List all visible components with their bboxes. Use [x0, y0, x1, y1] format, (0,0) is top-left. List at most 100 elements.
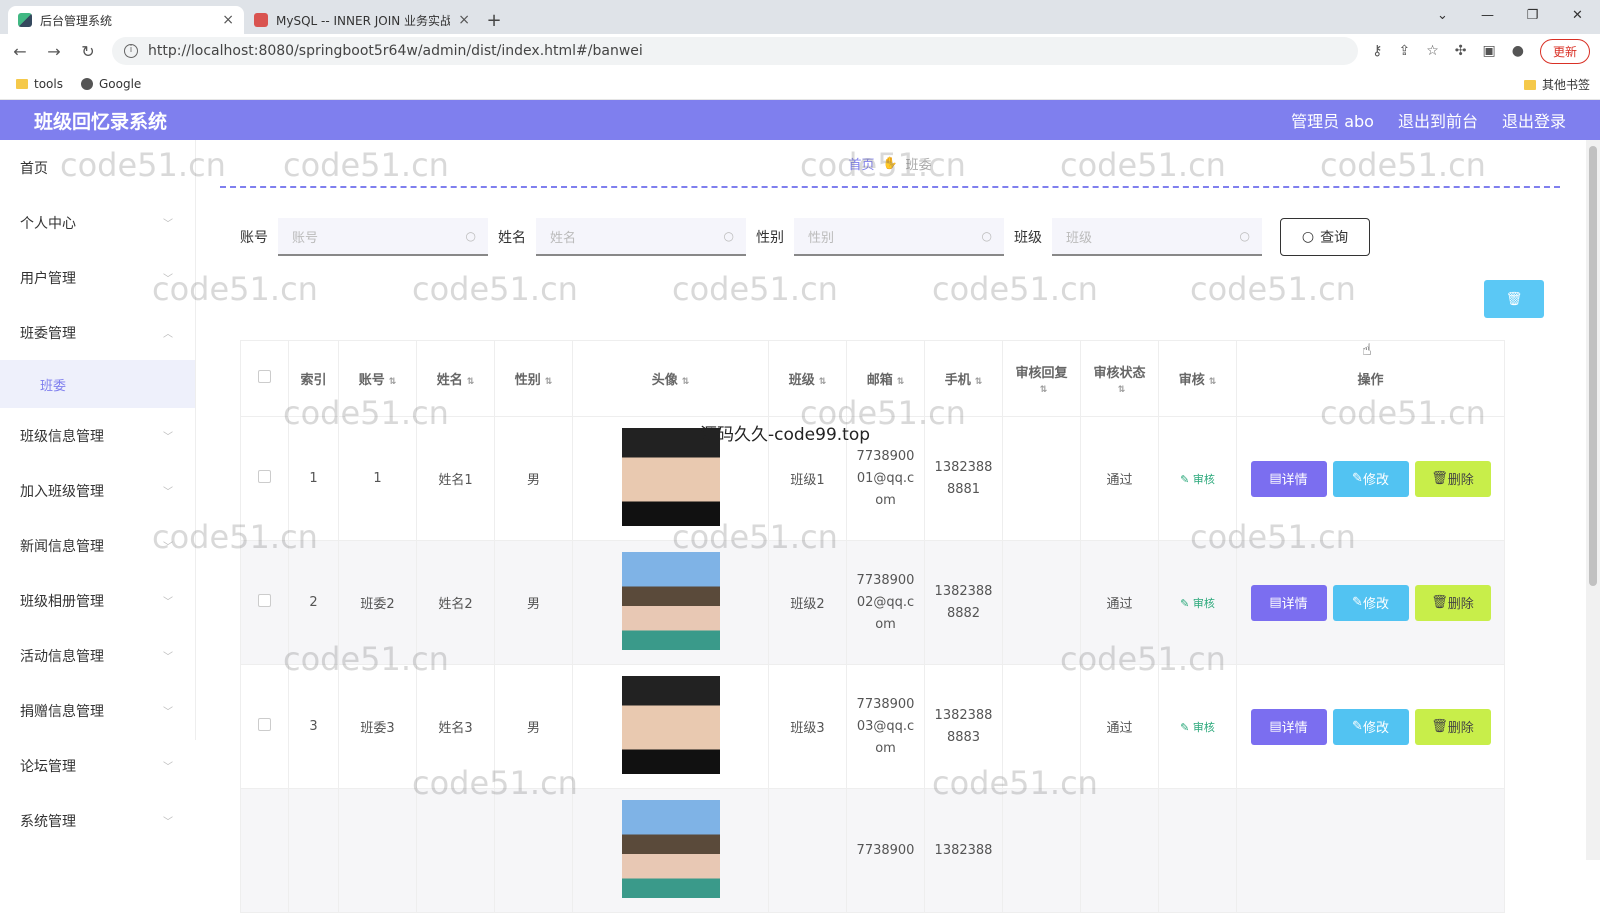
sort-icon[interactable]: ⇅ [682, 377, 690, 387]
delete-label: 删除 [1447, 597, 1474, 612]
detail-button[interactable]: ▤ 详情 [1250, 460, 1327, 497]
scrollbar-thumb[interactable] [1589, 146, 1597, 586]
sidebar-item-donation[interactable]: 捐赠信息管理 ﹀ [0, 683, 195, 738]
bookmark-tools[interactable]: tools [16, 77, 63, 91]
sidebar-item-activity[interactable]: 活动信息管理 ﹀ [0, 628, 195, 683]
account-input[interactable]: 账号 ○ [278, 218, 488, 256]
sidebar-item-committee[interactable]: 班委管理 ︿ [0, 305, 195, 360]
sidebar-item-forum[interactable]: 论坛管理 ﹀ [0, 738, 195, 793]
row-select[interactable] [240, 788, 289, 913]
forward-icon[interactable]: → [44, 42, 64, 61]
select-all-checkbox[interactable] [258, 370, 271, 383]
gender-input[interactable]: 性别 ○ [794, 218, 1004, 256]
new-tab-button[interactable]: + [480, 6, 508, 34]
delete-button[interactable]: 🗑 删除 [1414, 460, 1491, 497]
detail-button[interactable]: ▤ 详情 [1250, 584, 1327, 621]
sidebar-item-label: 班委 [40, 378, 67, 394]
edit-button[interactable]: ✎ 修改 [1332, 708, 1409, 745]
other-bookmarks[interactable]: 其他书签 [1523, 76, 1590, 93]
row-checkbox[interactable] [258, 718, 271, 731]
sidebar-item-users[interactable]: 用户管理 ﹀ [0, 250, 195, 305]
cell-account: 班委3 [338, 664, 417, 789]
restore-icon[interactable]: ❐ [1510, 0, 1555, 30]
row-checkbox[interactable] [258, 594, 271, 607]
close-tab-icon[interactable]: × [222, 12, 234, 28]
sort-icon[interactable]: ⇅ [1209, 377, 1217, 387]
col-status[interactable]: 审核状态 ⇅ [1080, 340, 1159, 417]
share-icon[interactable]: ⇪ [1399, 43, 1411, 59]
cell-account: 班委2 [338, 540, 417, 665]
key-icon[interactable]: ⚷ [1372, 43, 1382, 59]
col-reply[interactable]: 审核回复 ⇅ [1002, 340, 1081, 417]
bookmark-google[interactable]: Google [80, 77, 141, 91]
row-select[interactable] [240, 664, 289, 789]
breadcrumb-home[interactable]: 首页 [849, 154, 875, 173]
edit-icon: ✎ [1180, 596, 1193, 610]
audit-link[interactable]: ✎ 审核 [1180, 597, 1215, 610]
logout-link[interactable]: 退出登录 [1502, 108, 1566, 132]
name-input[interactable]: 姓名 ○ [536, 218, 746, 256]
minimize-icon[interactable]: — [1465, 0, 1510, 30]
batch-delete-button[interactable]: 🗑 [1484, 280, 1544, 318]
audit-link[interactable]: ✎ 审核 [1180, 721, 1215, 734]
audit-link[interactable]: ✎ 审核 [1180, 473, 1215, 486]
delete-button[interactable]: 🗑 删除 [1414, 708, 1491, 745]
cell-audit[interactable]: ✎ 审核 [1158, 540, 1237, 665]
col-avatar[interactable]: 头像 ⇅ [572, 340, 769, 417]
profile-icon[interactable]: ● [1512, 43, 1524, 59]
header-links: 管理员 abo 退出到前台 退出登录 [1291, 108, 1566, 132]
sidebar-item-profile[interactable]: 个人中心 ﹀ [0, 195, 195, 250]
tab-search-icon[interactable]: ⌄ [1420, 0, 1465, 30]
edit-icon: ✎ [1180, 472, 1193, 486]
col-name[interactable]: 姓名 ⇅ [416, 340, 495, 417]
sidebar-item-home[interactable]: 首页 [0, 140, 195, 195]
sort-icon[interactable]: ⇅ [545, 377, 553, 387]
tab-admin[interactable]: 后台管理系统 × [8, 6, 244, 34]
row-select[interactable] [240, 416, 289, 541]
col-phone[interactable]: 手机 ⇅ [924, 340, 1003, 417]
site-info-icon[interactable]: i [124, 44, 138, 58]
sidebar-item-news[interactable]: 新闻信息管理 ﹀ [0, 518, 195, 573]
sidebar-item-system[interactable]: 系统管理 ﹀ [0, 793, 195, 848]
reload-icon[interactable]: ↻ [78, 42, 98, 61]
col-class[interactable]: 班级 ⇅ [768, 340, 847, 417]
sidebar-subitem-committee[interactable]: 班委 [0, 360, 195, 408]
sidepanel-icon[interactable]: ▣ [1483, 43, 1496, 59]
sort-icon[interactable]: ⇅ [975, 377, 983, 387]
back-to-front-link[interactable]: 退出到前台 [1398, 108, 1478, 132]
sidebar-item-class-info[interactable]: 班级信息管理 ﹀ [0, 408, 195, 463]
detail-button[interactable]: ▤ 详情 [1250, 708, 1327, 745]
edit-button[interactable]: ✎ 修改 [1332, 460, 1409, 497]
sort-icon[interactable]: ⇅ [1118, 385, 1126, 395]
row-checkbox[interactable] [258, 470, 271, 483]
delete-button[interactable]: 🗑 删除 [1414, 584, 1491, 621]
back-icon[interactable]: ← [10, 42, 30, 61]
page-scrollbar[interactable] [1586, 140, 1600, 860]
query-button[interactable]: ○ 查询 [1280, 218, 1370, 256]
sort-icon[interactable]: ⇅ [819, 377, 827, 387]
close-window-icon[interactable]: ✕ [1555, 0, 1600, 30]
class-input[interactable]: 班级 ○ [1052, 218, 1262, 256]
update-button[interactable]: 更新 [1539, 38, 1590, 64]
row-select[interactable] [240, 540, 289, 665]
col-gender[interactable]: 性别 ⇅ [494, 340, 573, 417]
col-audit[interactable]: 审核 ⇅ [1158, 340, 1237, 417]
select-all-cell[interactable] [240, 340, 289, 417]
edit-button[interactable]: ✎ 修改 [1332, 584, 1409, 621]
sidebar-item-album[interactable]: 班级相册管理 ﹀ [0, 573, 195, 628]
col-email[interactable]: 邮箱 ⇅ [846, 340, 925, 417]
sort-icon[interactable]: ⇅ [1040, 385, 1048, 395]
sort-icon[interactable]: ⇅ [467, 377, 475, 387]
sidebar-item-join-class[interactable]: 加入班级管理 ﹀ [0, 463, 195, 518]
close-tab-icon[interactable]: × [458, 12, 470, 28]
sort-icon[interactable]: ⇅ [897, 377, 905, 387]
cell-audit[interactable]: ✎ 审核 [1158, 416, 1237, 541]
sidebar: 首页 个人中心 ﹀ 用户管理 ﹀ 班委管理 ︿ 班委 班级信息管理 ﹀ 加入班级管理 ﹀ … [0, 140, 196, 830]
sort-icon[interactable]: ⇅ [389, 377, 397, 387]
tab-mysql[interactable]: MySQL -- INNER JOIN 业务实战 × [244, 6, 480, 34]
extensions-icon[interactable]: ✣ [1455, 43, 1467, 59]
col-account[interactable]: 账号 ⇅ [338, 340, 417, 417]
cell-audit[interactable]: ✎ 审核 [1158, 664, 1237, 789]
star-icon[interactable]: ☆ [1426, 43, 1439, 59]
address-bar[interactable]: i http://localhost:8080/springboot5r64w/… [112, 37, 1359, 65]
